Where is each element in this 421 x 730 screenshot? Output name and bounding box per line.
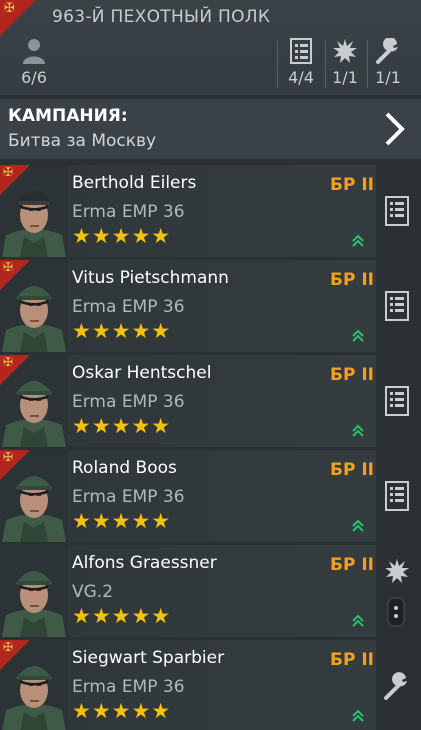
divider [277, 40, 278, 88]
soldier-weapon: VG.2 [72, 582, 114, 602]
campaign-name: Битва за Москву [8, 131, 157, 151]
soldier-weapon: Erma EMP 36 [72, 487, 185, 507]
soldier-rank: БР II [330, 555, 374, 575]
engineer-slots-count: 1/1 [375, 68, 401, 87]
regiment-header: ✠ 963-Й ПЕХОТНЫЙ ПОЛК 6/6 4/4 1/1 1/1 [0, 0, 421, 95]
chevron-right-icon[interactable] [383, 111, 407, 147]
more-options-button[interactable] [387, 597, 405, 627]
soldier-weapon: Erma EMP 36 [72, 677, 185, 697]
wrench-icon [378, 672, 416, 710]
soldier-portrait [0, 545, 68, 637]
cross-icon: ✠ [3, 165, 14, 179]
list-icon [378, 196, 416, 235]
soldier-name: Berthold Eilers [72, 173, 197, 193]
cross-icon: ✠ [3, 355, 14, 369]
squad-slots-count: 4/4 [288, 68, 314, 87]
soldier-rank: БР II [330, 460, 374, 480]
soldier-class-button[interactable] [378, 191, 416, 231]
soldier-class-button[interactable] [378, 381, 416, 421]
upgrade-chevron-icon [352, 234, 364, 247]
list-icon [378, 386, 416, 425]
engineer-slots-stat[interactable]: 1/1 [368, 37, 408, 87]
soldier-rank: БР II [330, 270, 374, 290]
soldier-name: Roland Boos [72, 458, 177, 478]
soldier-rank: БР II [330, 365, 374, 385]
cross-icon: ✠ [3, 640, 14, 654]
soldier-weapon: Erma EMP 36 [72, 202, 185, 222]
list-icon [280, 38, 322, 64]
soldier-rank: БР II [330, 650, 374, 670]
soldier-stars: ★★★★★ [72, 224, 172, 248]
soldier-class-button[interactable] [378, 666, 416, 706]
regiment-title: 963-Й ПЕХОТНЫЙ ПОЛК [52, 7, 271, 27]
upgrade-chevron-icon [352, 614, 364, 627]
explosion-icon [378, 559, 416, 595]
explosive-slots-stat[interactable]: 1/1 [326, 38, 364, 87]
soldier-class-button[interactable] [378, 551, 416, 591]
list-icon [378, 291, 416, 330]
upgrade-chevron-icon [352, 519, 364, 532]
soldier-stars: ★★★★★ [72, 699, 172, 723]
soldier-weapon: Erma EMP 36 [72, 297, 185, 317]
cross-icon: ✠ [4, 1, 15, 16]
soldier-class-button[interactable] [378, 476, 416, 516]
soldier-name: Siegwart Sparbier [72, 648, 225, 668]
soldier-row[interactable]: ✠ Siegwart Sparbier Erma EMP 36 ★★★★★ БР… [0, 640, 376, 730]
soldier-row[interactable]: ✠ Roland Boos Erma EMP 36 ★★★★★ БР II [0, 450, 376, 542]
soldier-stars: ★★★★★ [72, 604, 172, 628]
upgrade-chevron-icon [352, 329, 364, 342]
soldier-row[interactable]: ✠ Vitus Pietschmann Erma EMP 36 ★★★★★ БР… [0, 260, 376, 352]
cross-icon: ✠ [3, 450, 14, 464]
squad-slots-stat[interactable]: 4/4 [280, 38, 322, 87]
soldier-row[interactable]: Alfons Graessner VG.2 ★★★★★ БР II [0, 545, 376, 637]
soldiers-count: 6/6 [21, 68, 47, 87]
soldier-row[interactable]: ✠ Oskar Hentschel Erma EMP 36 ★★★★★ БР I… [0, 355, 376, 447]
campaign-selector[interactable]: КАМПАНИЯ: Битва за Москву [0, 99, 421, 159]
cross-icon: ✠ [3, 260, 14, 274]
upgrade-chevron-icon [352, 709, 364, 722]
soldier-stars: ★★★★★ [72, 319, 172, 343]
wrench-icon [368, 37, 408, 64]
soldier-icon [14, 38, 54, 64]
soldiers-stat[interactable]: 6/6 [14, 38, 54, 87]
explosion-icon [326, 38, 364, 64]
campaign-label: КАМПАНИЯ: [8, 106, 128, 126]
soldier-row[interactable]: ✠ Berthold Eilers Erma EMP 36 ★★★★★ БР I… [0, 165, 376, 257]
upgrade-chevron-icon [352, 424, 364, 437]
more-vertical-icon [387, 597, 405, 627]
soldier-name: Vitus Pietschmann [72, 268, 229, 288]
soldier-class-button[interactable] [378, 286, 416, 326]
soldier-rank: БР II [330, 175, 374, 195]
soldier-stars: ★★★★★ [72, 509, 172, 533]
soldier-stars: ★★★★★ [72, 414, 172, 438]
explosive-slots-count: 1/1 [332, 68, 358, 87]
soldier-name: Oskar Hentschel [72, 363, 212, 383]
soldier-name: Alfons Graessner [72, 553, 217, 573]
list-icon [378, 481, 416, 520]
soldier-weapon: Erma EMP 36 [72, 392, 185, 412]
